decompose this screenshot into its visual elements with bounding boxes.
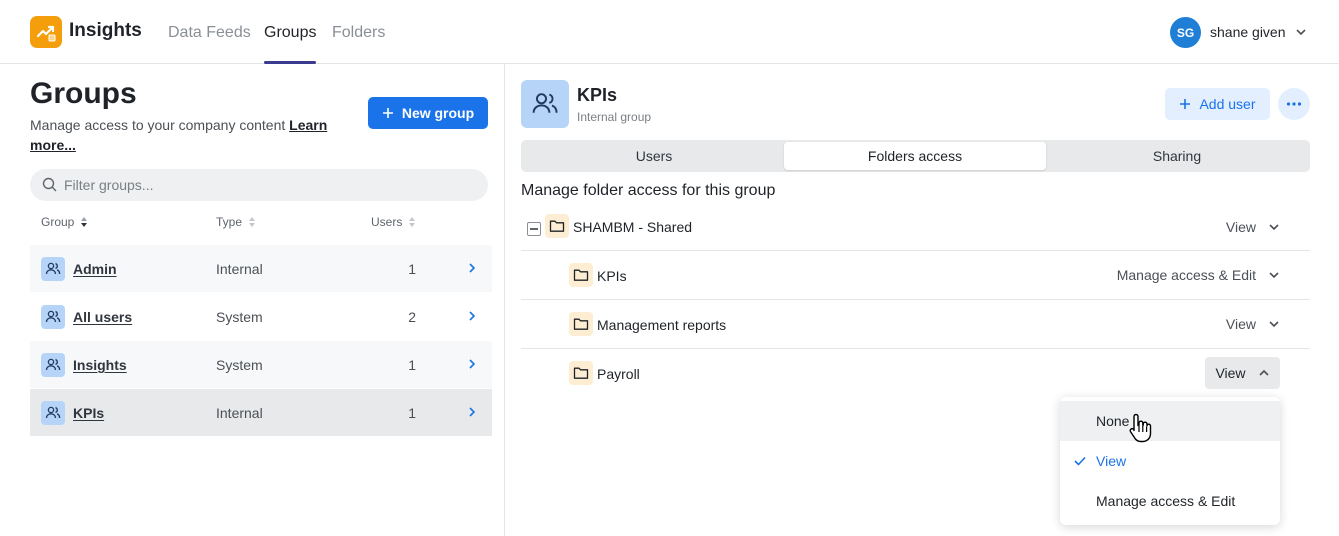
nav-tab-data-feeds[interactable]: Data Feeds — [168, 24, 251, 42]
option-label: None — [1096, 413, 1130, 429]
hand-pointer-cursor-icon — [1129, 413, 1152, 443]
folder-icon — [545, 214, 569, 238]
option-label: View — [1096, 453, 1127, 469]
folder-name: KPIs — [597, 268, 627, 284]
chevron-right-icon[interactable] — [466, 262, 478, 274]
ellipsis-icon — [1286, 102, 1302, 106]
plus-icon — [382, 108, 393, 118]
permission-value: View — [1225, 219, 1256, 235]
insights-logo-icon[interactable] — [30, 16, 62, 48]
groups-list-panel: Groups Manage access to your company con… — [0, 64, 505, 536]
permission-value: View — [1215, 365, 1246, 381]
sort-icon — [409, 217, 416, 227]
option-none[interactable]: None — [1060, 401, 1280, 441]
folder-name: Payroll — [597, 366, 640, 382]
group-name-link[interactable]: All users — [73, 309, 132, 325]
new-group-label: New group — [401, 105, 475, 121]
sort-icon — [249, 217, 256, 227]
tab-users[interactable]: Users — [523, 142, 785, 170]
plus-icon — [1180, 99, 1191, 109]
detail-tabs: Users Folders access Sharing — [521, 140, 1310, 172]
permission-select[interactable]: Manage access & Edit — [1117, 267, 1280, 283]
filter-groups-field[interactable] — [30, 169, 488, 201]
group-user-count: 1 — [408, 261, 416, 277]
folder-name: Management reports — [597, 317, 727, 333]
group-user-count: 1 — [408, 357, 416, 373]
group-type: Internal — [216, 261, 263, 277]
group-user-count: 2 — [408, 309, 416, 325]
group-title: KPIs — [577, 85, 618, 105]
users-icon — [41, 257, 65, 281]
tab-folders-access[interactable]: Folders access — [784, 142, 1046, 170]
page-title: Groups — [30, 77, 137, 110]
chevron-down-icon — [1269, 272, 1279, 279]
checkmark-icon — [1074, 456, 1086, 466]
group-user-count: 1 — [408, 405, 416, 421]
collapse-icon[interactable] — [527, 222, 541, 236]
users-icon — [41, 305, 65, 329]
folder-row: Payroll View — [521, 349, 1310, 398]
more-options-button[interactable] — [1278, 88, 1310, 120]
user-avatar[interactable]: SG — [1170, 17, 1201, 48]
column-label-users: Users — [371, 215, 403, 229]
nav-tab-folders[interactable]: Folders — [332, 24, 385, 42]
folder-name: SHAMBM - Shared — [573, 219, 693, 235]
chevron-right-icon[interactable] — [466, 310, 478, 322]
folder-access-heading: Manage folder access for this group — [521, 182, 776, 199]
group-type: Internal — [216, 405, 263, 421]
folder-row: Management reports View — [521, 300, 1310, 349]
folder-row: KPIs Manage access & Edit — [521, 251, 1310, 300]
chevron-down-icon — [1269, 321, 1279, 328]
folder-icon — [569, 361, 593, 385]
column-header-type[interactable]: Type — [216, 215, 256, 229]
group-type: System — [216, 309, 263, 325]
folder-icon — [569, 263, 593, 287]
option-manage-access-edit[interactable]: Manage access & Edit — [1060, 481, 1280, 521]
table-row[interactable]: All users System 2 — [30, 292, 492, 340]
group-name-link[interactable]: Insights — [73, 357, 127, 373]
column-label-group: Group — [41, 215, 75, 229]
table-row[interactable]: Admin Internal 1 — [30, 244, 492, 292]
user-menu-chevron-down-icon[interactable] — [1295, 26, 1307, 38]
new-group-button[interactable]: New group — [368, 97, 488, 129]
chevron-right-icon[interactable] — [466, 358, 478, 370]
add-user-label: Add user — [1199, 96, 1256, 112]
column-header-group[interactable]: Group — [41, 215, 88, 229]
folder-row: SHAMBM - Shared View — [521, 202, 1310, 251]
table-row-selected[interactable]: KPIs Internal 1 — [30, 388, 492, 436]
tab-sharing[interactable]: Sharing — [1046, 142, 1308, 170]
users-icon — [41, 353, 65, 377]
users-icon — [41, 401, 65, 425]
chevron-up-icon — [1258, 369, 1269, 376]
permission-select-open[interactable]: View — [1205, 357, 1280, 389]
chevron-right-icon[interactable] — [466, 406, 478, 418]
group-name-link[interactable]: KPIs — [73, 405, 104, 421]
permission-value: View — [1225, 316, 1256, 332]
group-type: System — [216, 357, 263, 373]
sort-active-icon — [81, 217, 88, 227]
filter-groups-input[interactable] — [64, 177, 464, 193]
table-row[interactable]: Insights System 1 — [30, 340, 492, 388]
group-name-link[interactable]: Admin — [73, 261, 117, 277]
permission-dropdown-menu: None View Manage access & Edit — [1060, 397, 1280, 525]
app-name: Insights — [69, 20, 142, 41]
folder-icon — [569, 312, 593, 336]
user-name[interactable]: shane given — [1210, 24, 1286, 40]
column-header-users[interactable]: Users — [371, 215, 416, 229]
search-icon — [42, 177, 57, 192]
permission-select[interactable]: View — [1226, 219, 1280, 235]
option-view[interactable]: View — [1060, 441, 1280, 481]
group-users-icon — [521, 80, 569, 128]
permission-value: Manage access & Edit — [1116, 267, 1256, 283]
page-description: Manage access to your company content Le… — [30, 115, 330, 155]
top-navigation-bar: Insights Data Feeds Groups Folders SG sh… — [0, 0, 1339, 64]
add-user-button[interactable]: Add user — [1165, 88, 1270, 120]
permission-select[interactable]: View — [1226, 316, 1280, 332]
column-label-type: Type — [216, 215, 243, 229]
group-subtitle: Internal group — [577, 110, 652, 124]
description-text: Manage access to your company content — [30, 117, 286, 133]
nav-tab-groups[interactable]: Groups — [264, 24, 316, 42]
option-label: Manage access & Edit — [1096, 493, 1236, 509]
chevron-down-icon — [1269, 224, 1279, 231]
